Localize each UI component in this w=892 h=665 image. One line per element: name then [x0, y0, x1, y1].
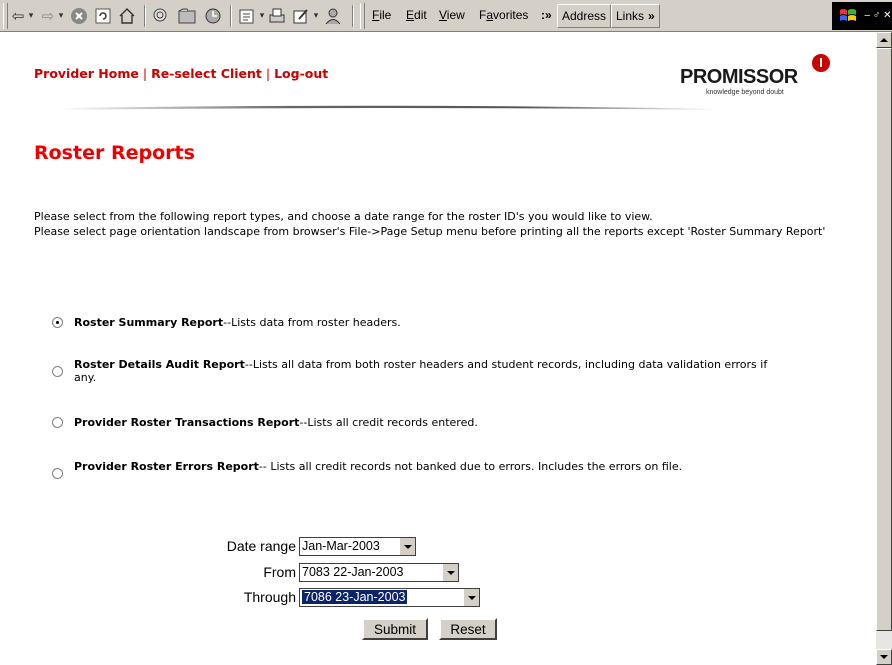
edit-icon[interactable]	[290, 5, 312, 27]
history-icon[interactable]	[202, 5, 224, 27]
intro-line-2: Please select page orientation landscape…	[34, 225, 826, 238]
address-button[interactable]: Address	[557, 4, 612, 28]
print-icon[interactable]	[266, 5, 288, 27]
links-label: Links	[616, 9, 645, 23]
report-desc: -- Lists all credit records not banked d…	[258, 460, 683, 473]
report-option-text: Roster Summary Report--Lists data from r…	[74, 316, 774, 329]
mail-dropdown-icon[interactable]: ▾	[258, 5, 266, 27]
scroll-down-icon[interactable]	[876, 649, 892, 665]
nav-separator: |	[142, 66, 148, 81]
date-range-value: Jan-Mar-2003	[302, 539, 380, 553]
forward-icon[interactable]: ⇨	[40, 5, 56, 27]
nav-separator: |	[265, 66, 271, 81]
chevron-down-icon[interactable]	[463, 589, 479, 606]
report-option-text: Roster Details Audit Report--Lists all d…	[74, 358, 774, 384]
toolbar-grip[interactable]	[360, 3, 365, 29]
favorites-icon[interactable]	[176, 5, 198, 27]
stop-icon[interactable]	[68, 5, 90, 27]
menu-edit[interactable]: Edit	[406, 8, 427, 22]
scroll-up-icon[interactable]	[876, 32, 892, 48]
submit-button[interactable]: Submit	[362, 618, 428, 640]
nav-logout-link[interactable]: Log-out	[274, 66, 328, 81]
radio-provider-roster-transactions[interactable]	[52, 417, 63, 428]
window-controls[interactable]: – ♂ ✕	[864, 2, 892, 30]
scroll-thumb[interactable]	[876, 48, 892, 631]
report-name: Provider Roster Transactions Report	[74, 416, 300, 429]
report-option-text: Provider Roster Errors Report-- Lists al…	[74, 460, 774, 473]
toolbar-grip[interactable]	[3, 3, 8, 29]
nav-provider-home-link[interactable]: Provider Home	[34, 66, 139, 81]
menu-view[interactable]: View	[439, 8, 465, 22]
edit-dropdown-icon[interactable]: ▾	[312, 5, 320, 27]
from-label: From	[263, 564, 296, 580]
radio-provider-roster-errors[interactable]	[52, 468, 63, 479]
back-dropdown-icon[interactable]: ▾	[26, 5, 36, 27]
reset-button[interactable]: Reset	[439, 618, 497, 640]
logo-tagline: knowledge beyond doubt	[706, 89, 784, 96]
date-range-form: Date range Jan-Mar-2003 From 7083 22-Jan…	[0, 537, 876, 617]
menu-favorites[interactable]: Favorites	[479, 8, 528, 22]
windows-logo-icon	[832, 2, 864, 30]
links-button[interactable]: Links »	[611, 4, 660, 28]
vertical-scrollbar[interactable]	[876, 32, 892, 665]
page-title: Roster Reports	[34, 142, 195, 164]
chevron-down-icon[interactable]	[399, 538, 415, 555]
nav-reselect-client-link[interactable]: Re-select Client	[151, 66, 262, 81]
toolbar-separator	[352, 5, 354, 27]
header-swoosh-divider	[60, 105, 720, 110]
window-controls-label: – ♂ ✕	[864, 10, 892, 21]
radio-roster-summary[interactable]	[52, 317, 63, 328]
home-icon[interactable]	[116, 5, 138, 27]
menu-file[interactable]: File	[372, 8, 391, 22]
menu-more-chevron-icon[interactable]: :»	[541, 8, 552, 22]
from-select[interactable]: 7083 22-Jan-2003	[299, 563, 459, 582]
forward-dropdown-icon[interactable]: ▾	[56, 5, 66, 27]
toolbar-separator	[230, 5, 232, 27]
through-select[interactable]: 7086 23-Jan-2003	[299, 588, 480, 607]
messenger-icon[interactable]	[322, 5, 344, 27]
page-content: Provider Home | Re-select Client | Log-out P…	[0, 32, 876, 665]
report-desc: --Lists data from roster headers.	[223, 316, 401, 329]
logo-mark-icon	[812, 54, 830, 72]
provider-nav: Provider Home | Re-select Client | Log-out	[34, 66, 328, 81]
report-name: Provider Roster Errors Report	[74, 460, 259, 473]
date-range-select[interactable]: Jan-Mar-2003	[299, 537, 416, 556]
links-chevron-icon: »	[648, 9, 655, 23]
mail-icon[interactable]	[236, 5, 258, 27]
through-label: Through	[243, 589, 296, 605]
toolbar-separator	[144, 5, 146, 27]
promissor-logo: PROMISSOR knowledge beyond doubt	[680, 54, 840, 98]
intro-text: Please select from the following report …	[34, 210, 834, 240]
browser-toolbar: ⇦ ▾ ⇨ ▾ ▾ ▾ File Edit View Favorites :» …	[0, 0, 892, 32]
report-desc: --Lists all credit records entered.	[299, 416, 478, 429]
from-value: 7083 22-Jan-2003	[302, 565, 404, 579]
search-icon[interactable]	[150, 5, 172, 27]
date-range-label: Date range	[226, 538, 296, 554]
radio-roster-details-audit[interactable]	[52, 366, 63, 377]
back-icon[interactable]: ⇦	[10, 5, 26, 27]
refresh-icon[interactable]	[92, 5, 114, 27]
menu-more-label: »	[545, 8, 552, 22]
report-name: Roster Summary Report	[74, 316, 224, 329]
report-name: Roster Details Audit Report	[74, 358, 245, 371]
intro-line-1: Please select from the following report …	[34, 210, 653, 223]
through-value: 7086 23-Jan-2003	[302, 590, 408, 604]
report-option-text: Provider Roster Transactions Report--Lis…	[74, 416, 774, 429]
logo-wordmark: PROMISSOR	[680, 66, 798, 88]
address-label: Address	[562, 9, 607, 23]
chevron-down-icon[interactable]	[442, 564, 458, 581]
